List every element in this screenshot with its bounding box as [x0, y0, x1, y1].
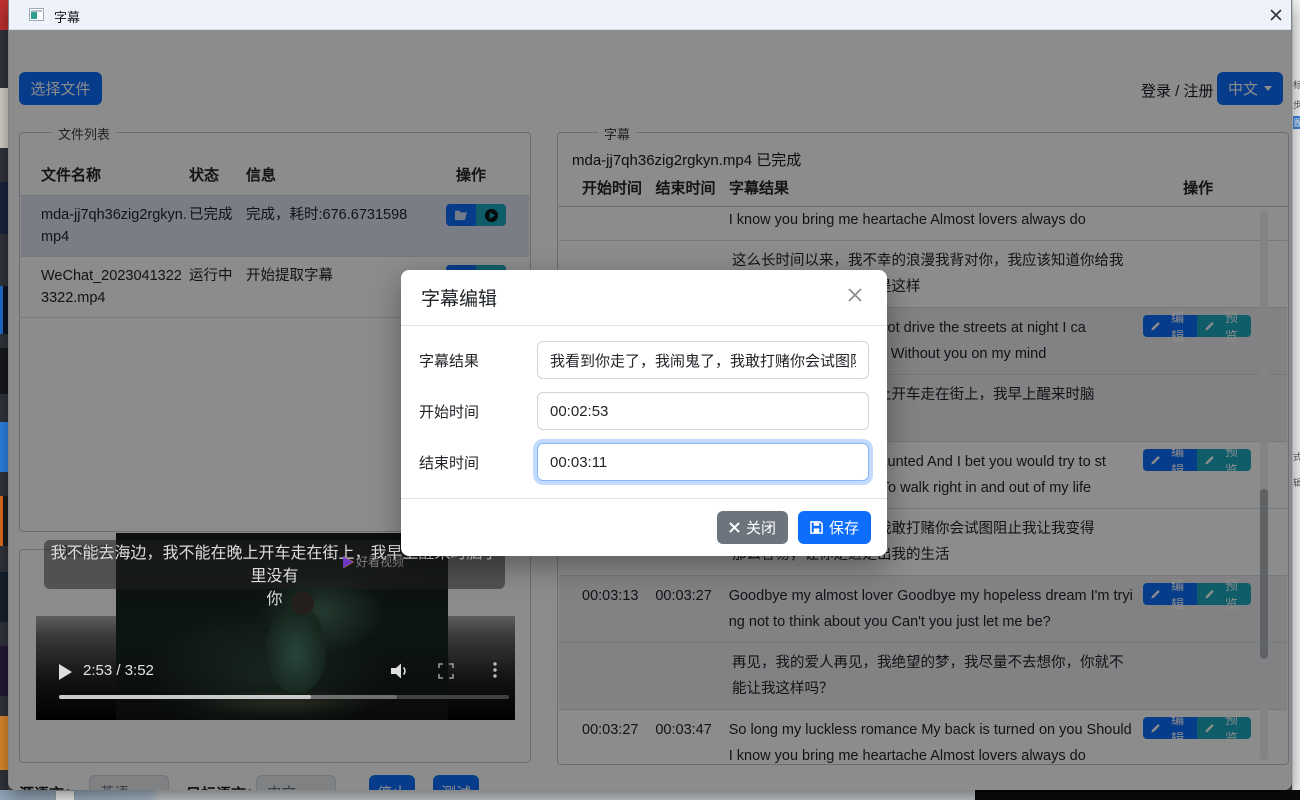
close-icon: [729, 522, 740, 533]
desktop-left-strip: [0, 0, 8, 800]
save-icon: [810, 521, 823, 534]
end-time-input[interactable]: [537, 443, 869, 481]
modal-close-icon[interactable]: [843, 283, 867, 312]
subtitle-result-input[interactable]: [537, 341, 869, 379]
window-close-icon[interactable]: [1267, 6, 1285, 24]
subtitle-line: 你: [44, 588, 505, 611]
background-window-strip: 标 步 置 式 辑: [1292, 0, 1300, 800]
video-controls: 2:53 / 3:52: [36, 655, 515, 715]
desktop-icon: [0, 182, 8, 234]
video-watermark: 好看视频: [343, 553, 404, 570]
window-title: 字幕: [54, 7, 80, 26]
modal-title: 字幕编辑: [421, 284, 497, 311]
start-time-input[interactable]: [537, 392, 869, 430]
background-text-fragment: 式: [1293, 450, 1300, 463]
video-progress-bar[interactable]: [59, 695, 509, 699]
subtitle-edit-modal: 字幕编辑 字幕结果 开始时间 结束时间 关闭: [401, 270, 887, 556]
modal-save-button[interactable]: 保存: [798, 511, 871, 544]
desktop-icon: [0, 496, 8, 546]
title-bar: 字幕: [9, 0, 1291, 30]
desktop-document-icon: [55, 790, 75, 800]
desktop-icon: [0, 572, 8, 622]
more-options-icon[interactable]: [492, 661, 498, 684]
close-button-label: 关闭: [746, 517, 776, 538]
watermark-logo-icon: [343, 556, 353, 568]
desktop-icon: [0, 646, 8, 696]
volume-icon[interactable]: [388, 661, 410, 686]
background-text-fragment: 标: [1293, 78, 1300, 91]
desktop-icon: [0, 716, 8, 770]
desktop-icon: [0, 0, 8, 30]
start-time-field-label: 开始时间: [419, 401, 537, 422]
desktop-icon: [0, 286, 8, 334]
modal-close-button[interactable]: 关闭: [717, 511, 788, 544]
background-text-fragment: 辑: [1293, 476, 1300, 489]
desktop-icon: [0, 422, 8, 472]
end-time-field-label: 结束时间: [419, 452, 537, 473]
video-time: 2:53 / 3:52: [83, 662, 154, 679]
save-button-label: 保存: [829, 517, 859, 538]
result-field-label: 字幕结果: [419, 350, 537, 371]
app-window: 字幕 选择文件 登录 / 注册 中文 文件列表 文件名称 状态 信息 操作 md: [8, 0, 1292, 790]
watermark-text: 好看视频: [356, 553, 404, 570]
play-icon[interactable]: [59, 664, 72, 680]
desktop-bottom-strip: [0, 790, 1300, 800]
background-text-fragment: 步: [1293, 98, 1300, 111]
fullscreen-icon[interactable]: [438, 663, 454, 684]
background-text-fragment: 置: [1293, 116, 1300, 129]
desktop-icon: [0, 348, 8, 394]
desktop-icon: [0, 88, 8, 148]
app-icon: [29, 8, 44, 21]
